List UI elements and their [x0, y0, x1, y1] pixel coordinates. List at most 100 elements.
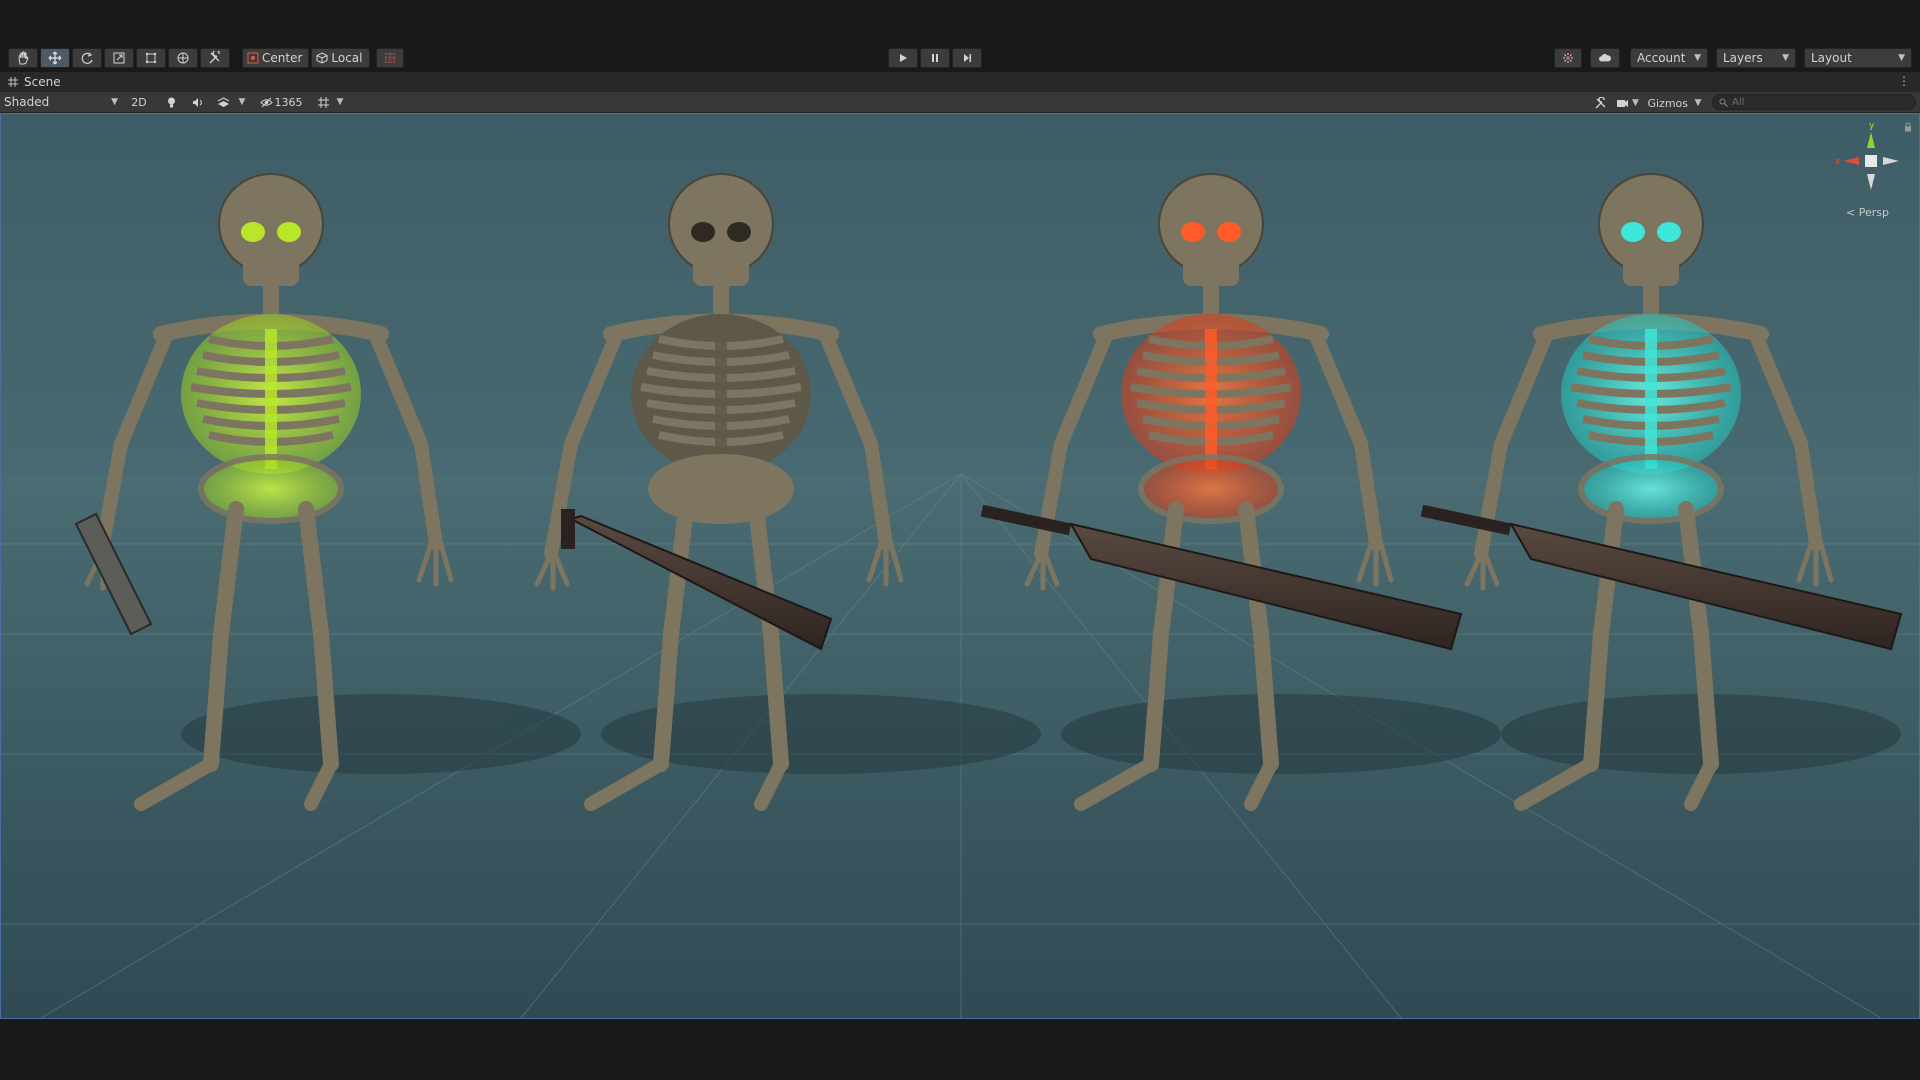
chevron-down-icon: ▼ — [1898, 53, 1905, 63]
cloud-icon — [1599, 54, 1611, 62]
transform-tools — [8, 48, 232, 68]
scene-view-toolbar: Shaded ▼ 2D ▼ 1365 ▼ ▼ Gizmos ▼ All — [0, 92, 1920, 113]
move-tool-button[interactable] — [40, 48, 70, 68]
effects-toggle-button[interactable] — [212, 93, 234, 111]
gizmo-x-label: x — [1835, 157, 1841, 167]
rotate-tool-button[interactable] — [72, 48, 102, 68]
cloud-button[interactable] — [1590, 48, 1620, 68]
playmode-controls — [888, 48, 984, 68]
pause-icon — [932, 54, 938, 62]
scene-viewport[interactable]: y x < Persp — [0, 113, 1920, 1019]
tab-scene[interactable]: Scene — [0, 72, 69, 92]
scene-grid-icon — [8, 77, 18, 87]
chevron-down-icon: ▼ — [1694, 53, 1701, 63]
rotate-icon — [81, 52, 93, 64]
y-axis-cone[interactable] — [1867, 132, 1875, 148]
gizmos-label: Gizmos — [1647, 96, 1688, 110]
scale-icon — [113, 52, 125, 64]
transform-tool-button[interactable] — [168, 48, 198, 68]
pelvis — [1138, 454, 1284, 524]
spine — [715, 329, 727, 469]
2d-toggle-button[interactable]: 2D — [128, 93, 150, 111]
pivot-mode-button[interactable]: Center — [242, 48, 310, 68]
gizmos-dropdown-caret[interactable]: ▼ — [1692, 94, 1704, 112]
jaw — [693, 254, 749, 286]
scene-toolbar-right: ▼ Gizmos ▼ All — [1589, 92, 1920, 112]
x-axis-cone[interactable] — [1843, 157, 1859, 165]
left-eye-socket — [1181, 222, 1205, 242]
layout-label: Layout — [1811, 51, 1852, 65]
pivot-toggles: Center Local — [242, 48, 372, 68]
rect-tool-button[interactable] — [136, 48, 166, 68]
scene-tab-label: Scene — [24, 75, 61, 89]
grid-visibility-button[interactable] — [312, 93, 334, 111]
gizmo-y-label: y — [1869, 121, 1875, 131]
gizmo-center-cube[interactable] — [1865, 155, 1877, 167]
bottom-bar — [0, 1019, 1920, 1080]
chevron-down-icon: ▼ — [111, 97, 118, 107]
wrench-icon — [209, 51, 220, 64]
step-button[interactable] — [952, 48, 982, 68]
tools-overlay-button[interactable] — [1589, 94, 1611, 112]
toolbar-right: Account ▼ Layers ▼ Layout ▼ — [1554, 48, 1912, 68]
scene-render — [1, 173, 1919, 1018]
right-eye-socket — [1217, 222, 1241, 242]
chevron-down-icon: ▼ — [1632, 98, 1639, 108]
effects-dropdown-caret[interactable]: ▼ — [236, 93, 248, 111]
neg-x-axis-cone[interactable] — [1883, 157, 1899, 165]
chevron-down-icon: ▼ — [1694, 98, 1702, 108]
collab-button[interactable] — [1554, 48, 1582, 68]
layers-dropdown[interactable]: Layers ▼ — [1716, 48, 1796, 68]
scene-search-input[interactable]: All — [1712, 94, 1916, 110]
move-icon — [48, 51, 62, 65]
scene-visibility-toggle[interactable]: 1365 — [256, 93, 306, 111]
grid-snap-button[interactable] — [376, 48, 404, 68]
wrench-icon — [1595, 96, 1606, 108]
left-eye-socket — [1621, 222, 1645, 242]
left-eye-socket — [691, 222, 715, 242]
play-button[interactable] — [888, 48, 918, 68]
account-dropdown[interactable]: Account ▼ — [1630, 48, 1708, 68]
custom-tools-button[interactable] — [200, 48, 230, 68]
jaw — [243, 254, 299, 286]
camera-icon — [1617, 99, 1628, 107]
speaker-icon — [192, 97, 202, 107]
spine — [1205, 329, 1217, 469]
rect-transform-icon — [145, 52, 157, 64]
gizmos-toggle-button[interactable]: Gizmos — [1643, 94, 1692, 112]
search-icon — [1719, 98, 1728, 107]
snap-group — [376, 48, 406, 68]
pivot-center-icon — [247, 52, 259, 64]
layers-label: Layers — [1723, 51, 1763, 65]
more-options-icon[interactable]: ⋮ — [1898, 74, 1910, 88]
layout-dropdown[interactable]: Layout ▼ — [1804, 48, 1912, 68]
right-eye-socket — [1657, 222, 1681, 242]
eye-slash-icon — [259, 97, 273, 107]
draw-mode-dropdown[interactable]: Shaded ▼ — [0, 92, 122, 112]
right-eye-socket — [277, 222, 301, 242]
scale-tool-button[interactable] — [104, 48, 134, 68]
lighting-toggle-button[interactable] — [160, 93, 182, 111]
machete-hilt — [561, 509, 575, 549]
scene-tab-bar: Scene ⋮ — [0, 72, 1920, 92]
search-placeholder: All — [1732, 96, 1745, 108]
right-eye-socket — [727, 222, 751, 242]
pause-button[interactable] — [920, 48, 950, 68]
hand-tool-button[interactable] — [8, 48, 38, 68]
camera-settings-button[interactable]: ▼ — [1611, 94, 1643, 112]
pelvis — [198, 454, 344, 524]
pivot-rotation-button[interactable]: Local — [311, 48, 370, 68]
spine — [1645, 329, 1657, 469]
transform-icon — [177, 52, 189, 64]
audio-toggle-button[interactable] — [186, 93, 208, 111]
main-toolbar: Center Local Account ▼ Layers ▼ Layout ▼ — [0, 46, 1920, 70]
step-icon — [964, 54, 971, 62]
neg-y-axis-cone[interactable] — [1867, 174, 1875, 190]
grid-icon — [317, 96, 329, 108]
play-icon — [900, 54, 907, 62]
grid-dropdown-caret[interactable]: ▼ — [334, 93, 346, 111]
projection-label[interactable]: < Persp — [1846, 206, 1889, 219]
lock-icon[interactable] — [1903, 122, 1913, 132]
grid-snap-icon — [385, 53, 395, 63]
pivot-rotation-label: Local — [331, 51, 363, 65]
